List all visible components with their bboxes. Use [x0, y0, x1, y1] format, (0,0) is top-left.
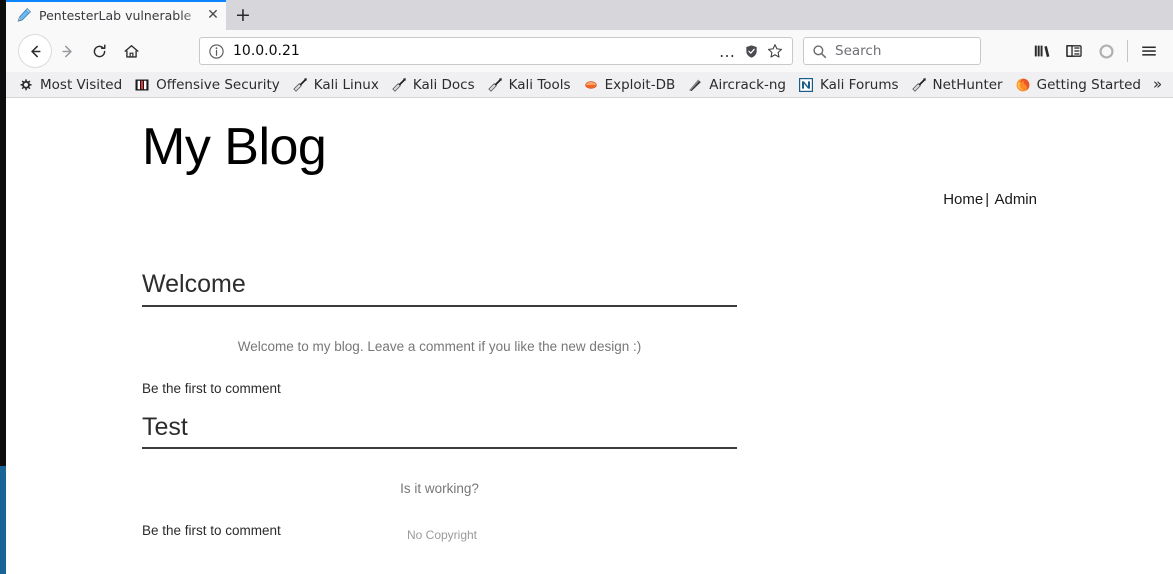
page-footer: No Copyright	[406, 528, 478, 542]
post-body: Welcome to my blog. Leave a comment if y…	[237, 338, 642, 354]
url-text[interactable]: 10.0.0.21	[233, 43, 715, 59]
bookmark-nethunter[interactable]: NetHunter	[905, 74, 1009, 96]
sidebar-icon[interactable]	[1058, 35, 1090, 67]
bookmark-label: Kali Linux	[313, 76, 379, 93]
kali-dragon-icon	[391, 77, 407, 93]
search-icon	[812, 44, 827, 59]
new-tab-button[interactable]: +	[226, 0, 260, 30]
navigation-toolbar: 10.0.0.21 … Search	[6, 30, 1173, 72]
bookmark-most-visited[interactable]: Most Visited	[12, 74, 128, 96]
site-title: My Blog	[142, 118, 327, 176]
comment-link[interactable]: Be the first to comment	[142, 381, 281, 396]
star-icon[interactable]	[763, 39, 787, 63]
menu-icon[interactable]	[1133, 35, 1165, 67]
bookmark-aircrack-ng[interactable]: Aircrack-ng	[681, 74, 792, 96]
library-icon[interactable]	[1026, 35, 1058, 67]
bookmark-label: Most Visited	[40, 76, 123, 93]
post-title: Welcome	[142, 270, 737, 307]
browser-tab-active[interactable]: PentesterLab vulnerable ✕	[6, 0, 226, 30]
reload-button[interactable]	[83, 35, 115, 67]
account-icon[interactable]	[1090, 35, 1122, 67]
page-viewport: My Blog Home | Admin Welcome Welcome to m…	[6, 98, 1173, 574]
post-item: Test Is it working? Be the first to comm…	[142, 413, 737, 538]
shield-icon[interactable]	[739, 39, 763, 63]
kali-dragon-icon	[487, 77, 503, 93]
kali-dragon-icon	[292, 77, 308, 93]
post-spacer	[142, 396, 737, 413]
kali-dragon-icon	[911, 77, 927, 93]
bookmark-exploit-db[interactable]: Exploit-DB	[577, 74, 682, 96]
tab-strip: PentesterLab vulnerable ✕ +	[6, 0, 1173, 30]
post-comment-link[interactable]: Be the first to comment	[142, 381, 737, 396]
reload-icon	[93, 43, 105, 57]
page-actions-button[interactable]: …	[715, 39, 739, 63]
blog-page: My Blog Home | Admin Welcome Welcome to m…	[6, 98, 1173, 574]
screen: PentesterLab vulnerable ✕ + 10.0.0.21 … …	[0, 0, 1173, 574]
search-input[interactable]: Search	[835, 43, 881, 59]
offensive-security-icon	[134, 77, 150, 93]
bookmarks-overflow-button[interactable]: »	[1147, 77, 1172, 92]
nav-link-home[interactable]: Home	[943, 191, 983, 208]
bookmark-label: NetHunter	[932, 76, 1003, 93]
nav-separator: |	[985, 191, 990, 208]
bookmark-label: Aircrack-ng	[709, 76, 786, 93]
search-bar[interactable]: Search	[803, 37, 981, 65]
bookmark-kali-forums[interactable]: Kali Forums	[792, 74, 905, 96]
bookmark-getting-started[interactable]: Getting Started	[1009, 74, 1147, 96]
site-navigation: Home | Admin	[943, 191, 1037, 208]
bookmark-kali-docs[interactable]: Kali Docs	[385, 74, 481, 96]
browser-window: PentesterLab vulnerable ✕ + 10.0.0.21 … …	[6, 0, 1173, 574]
gear-icon	[18, 77, 34, 93]
back-button[interactable]	[19, 35, 51, 67]
firefox-icon	[1015, 77, 1031, 93]
info-icon[interactable]	[208, 43, 225, 60]
post-title: Test	[142, 413, 737, 450]
bookmark-label: Kali Docs	[412, 76, 475, 93]
toolbar-right-group	[1026, 35, 1165, 67]
arrow-left-icon	[30, 45, 41, 57]
bookmark-offensive-security[interactable]: Offensive Security	[128, 74, 286, 96]
close-icon[interactable]: ✕	[204, 6, 222, 24]
bookmark-label: Getting Started	[1036, 76, 1141, 93]
post-list: Welcome Welcome to my blog. Leave a comm…	[142, 270, 737, 538]
tab-title: PentesterLab vulnerable	[39, 7, 192, 23]
bookmark-label: Kali Forums	[819, 76, 899, 93]
url-bar[interactable]: 10.0.0.21 …	[199, 37, 793, 65]
post-item: Welcome Welcome to my blog. Leave a comm…	[142, 270, 737, 396]
forward-button	[51, 35, 83, 67]
bookmark-kali-linux[interactable]: Kali Linux	[286, 74, 385, 96]
pencil-icon	[16, 7, 32, 23]
post-body: Is it working?	[400, 481, 479, 497]
aircrack-icon	[687, 77, 703, 93]
kali-forums-icon	[798, 77, 814, 93]
bookmarks-bar: Most Visited Offensive Security Kali Lin…	[6, 72, 1173, 98]
home-button[interactable]	[115, 35, 147, 67]
exploitdb-icon	[583, 77, 599, 93]
bookmark-label: Exploit-DB	[604, 76, 676, 93]
arrow-right-icon	[61, 45, 72, 57]
bookmark-label: Kali Tools	[508, 76, 571, 93]
bookmark-label: Offensive Security	[156, 76, 280, 93]
toolbar-divider	[1127, 40, 1128, 62]
nav-link-admin[interactable]: Admin	[994, 191, 1037, 208]
home-icon	[124, 44, 138, 58]
bookmark-kali-tools[interactable]: Kali Tools	[481, 74, 577, 96]
